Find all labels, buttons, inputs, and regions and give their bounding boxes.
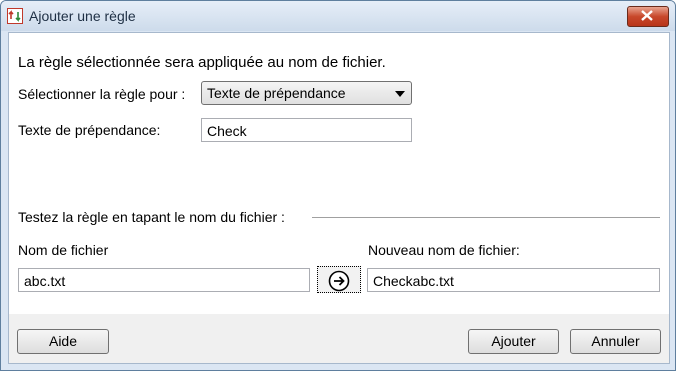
dialog-content: La règle sélectionnée sera appliquée au … — [8, 32, 670, 364]
window-title: Ajouter une règle — [29, 8, 136, 24]
section-divider — [312, 217, 660, 218]
new-filename-label: Nouveau nom de fichier: — [368, 242, 520, 258]
title-bar: Ajouter une règle — [1, 1, 675, 31]
add-button[interactable]: Ajouter — [468, 329, 559, 354]
add-rule-dialog: Ajouter une règle La règle sélectionnée … — [0, 0, 676, 371]
cancel-button[interactable]: Annuler — [570, 329, 661, 354]
test-section-heading: Testez la règle en tapant le nom du fich… — [18, 209, 285, 225]
close-button[interactable] — [627, 6, 669, 27]
dropdown-arrow-icon — [395, 91, 405, 97]
help-button[interactable]: Aide — [17, 329, 109, 354]
new-filename-output: Checkabc.txt — [367, 268, 660, 292]
filename-input[interactable]: abc.txt — [18, 268, 310, 292]
rule-type-value: Texte de prépendance — [207, 85, 346, 101]
filename-label: Nom de fichier — [18, 242, 109, 258]
rule-select-label: Sélectionner la règle pour : — [18, 86, 186, 102]
prepend-text-label: Texte de prépendance: — [18, 122, 161, 138]
button-bar: Aide Ajouter Annuler — [9, 314, 669, 363]
rule-description: La règle sélectionnée sera appliquée au … — [18, 54, 386, 71]
rule-type-dropdown[interactable]: Texte de prépendance — [201, 81, 412, 105]
arrow-right-circle-icon — [328, 270, 350, 292]
rename-app-icon — [7, 8, 23, 24]
prepend-text-input[interactable]: Check — [201, 118, 412, 142]
apply-test-button[interactable] — [317, 266, 361, 293]
close-icon — [641, 10, 653, 21]
